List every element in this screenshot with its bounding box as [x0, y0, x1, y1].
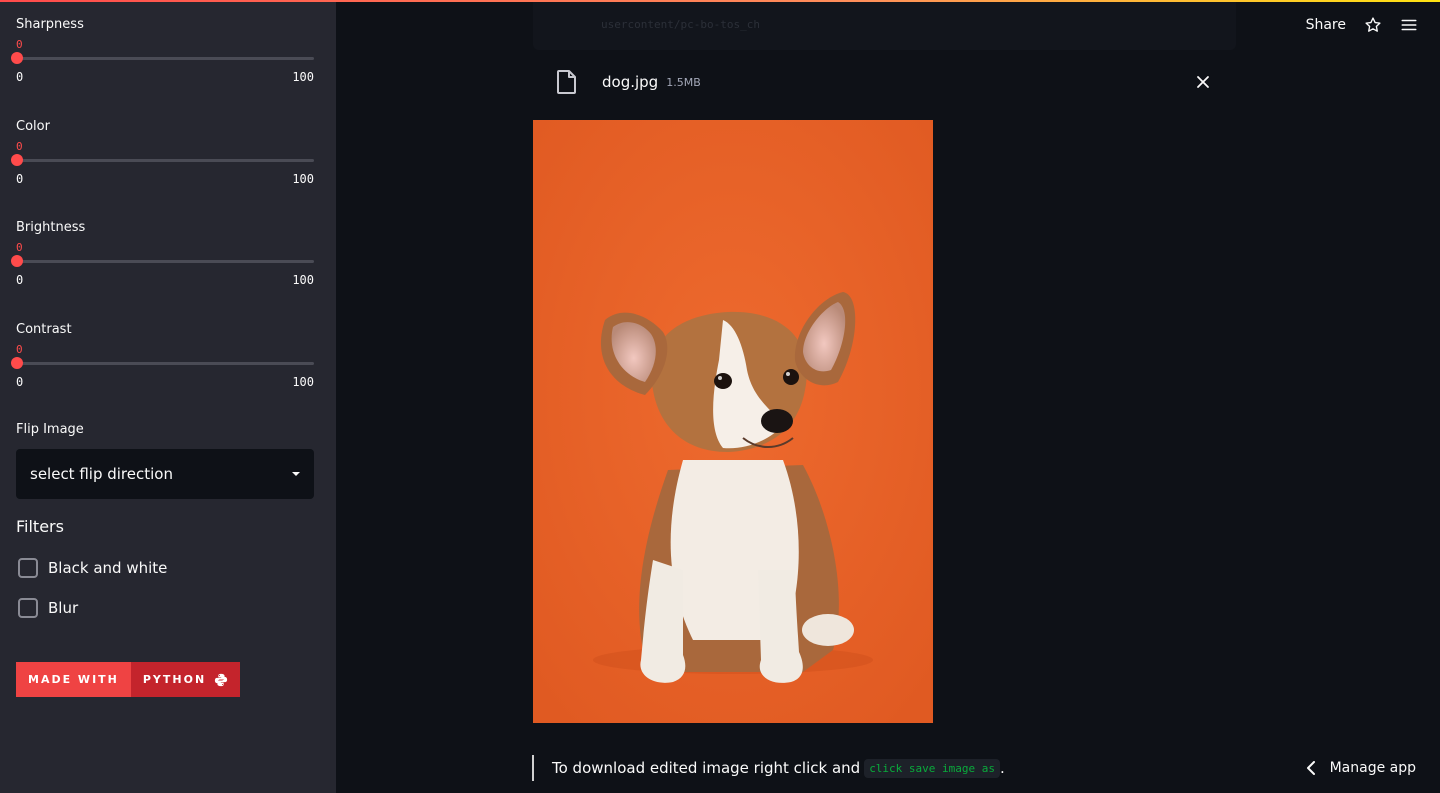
slider-label: Contrast — [16, 322, 72, 337]
checkbox-label: Blur — [48, 599, 79, 617]
slider-track[interactable] — [11, 357, 314, 369]
chevron-left-icon — [1306, 761, 1315, 775]
badge-python: PYTHON — [130, 662, 241, 697]
checkbox-label: Black and white — [48, 559, 168, 577]
slider-label: Color — [16, 119, 50, 134]
slider-min: 0 — [16, 172, 24, 186]
slider-min: 0 — [16, 375, 24, 389]
slider-thumb[interactable] — [11, 255, 23, 267]
slider-value: 0 — [16, 140, 23, 153]
slider-min: 0 — [16, 273, 24, 287]
checkbox-box[interactable] — [18, 558, 38, 578]
slider-label: Brightness — [16, 220, 86, 235]
slider-rail[interactable] — [16, 362, 314, 365]
slider-value: 0 — [16, 241, 23, 254]
slider-rail[interactable] — [16, 159, 314, 162]
manage-app-label: Manage app — [1329, 760, 1416, 776]
slider-max: 100 — [292, 375, 314, 389]
slider-rail[interactable] — [16, 57, 314, 60]
share-button[interactable]: Share — [1306, 17, 1346, 33]
badge-made-with: MADE WITH — [16, 662, 131, 697]
slider-max: 100 — [292, 70, 314, 84]
slider-track[interactable] — [11, 255, 314, 267]
slider-rail[interactable] — [16, 260, 314, 263]
uploaded-image-dog — [533, 120, 933, 723]
slider-contrast[interactable]: Contrast 0 0 100 — [11, 321, 314, 390]
slider-sharpness[interactable]: Sharpness 0 0 100 — [11, 16, 314, 85]
flip-image-label: Flip Image — [16, 422, 84, 437]
flip-direction-select[interactable]: select flip direction — [16, 449, 314, 499]
uploaded-file-row: dog.jpg 1.5MB — [555, 68, 1225, 96]
faded-code-text: usercontent/pc-bo-tos_ch — [601, 18, 760, 31]
slider-min: 0 — [16, 70, 24, 84]
checkbox-box[interactable] — [18, 598, 38, 618]
filters-heading: Filters — [16, 517, 64, 536]
slider-thumb[interactable] — [11, 357, 23, 369]
slider-track[interactable] — [11, 154, 314, 166]
star-icon[interactable] — [1364, 16, 1382, 34]
made-with-python-badge[interactable]: MADE WITH PYTHON — [16, 662, 241, 697]
slider-brightness[interactable]: Brightness 0 0 100 — [11, 219, 314, 288]
file-icon — [557, 70, 576, 94]
slider-value: 0 — [16, 343, 23, 356]
caption-end: . — [1000, 759, 1005, 777]
slider-max: 100 — [292, 172, 314, 186]
hamburger-menu-icon[interactable] — [1400, 16, 1418, 34]
badge-python-text: PYTHON — [142, 673, 207, 686]
dog-photo — [533, 120, 933, 723]
caret-down-icon — [292, 472, 300, 476]
close-icon[interactable] — [1195, 74, 1211, 90]
checkbox-black-and-white[interactable]: Black and white — [18, 558, 167, 578]
sidebar: Sharpness 0 0 100 Color 0 0 100 Brightne… — [0, 0, 336, 793]
slider-value: 0 — [16, 38, 23, 51]
caption-text: To download edited image right click and — [552, 759, 861, 777]
caption-code: click save image as — [864, 758, 1001, 778]
slider-label: Sharpness — [16, 17, 84, 32]
slider-thumb[interactable] — [11, 154, 23, 166]
faded-code-block: usercontent/pc-bo-tos_ch — [533, 0, 1236, 50]
checkbox-blur[interactable]: Blur — [18, 598, 78, 618]
slider-color[interactable]: Color 0 0 100 — [11, 118, 314, 187]
slider-track[interactable] — [11, 52, 314, 64]
download-caption: To download edited image right click and… — [532, 755, 1005, 781]
header-actions: Share — [1306, 16, 1418, 34]
select-placeholder: select flip direction — [30, 465, 173, 483]
header-decoration-bar — [0, 0, 1440, 2]
file-name: dog.jpg — [602, 73, 659, 91]
manage-app-button[interactable]: Manage app — [1306, 760, 1416, 776]
slider-max: 100 — [292, 273, 314, 287]
python-logo-icon — [215, 673, 228, 686]
slider-thumb[interactable] — [11, 52, 23, 64]
file-size: 1.5MB — [666, 75, 701, 89]
